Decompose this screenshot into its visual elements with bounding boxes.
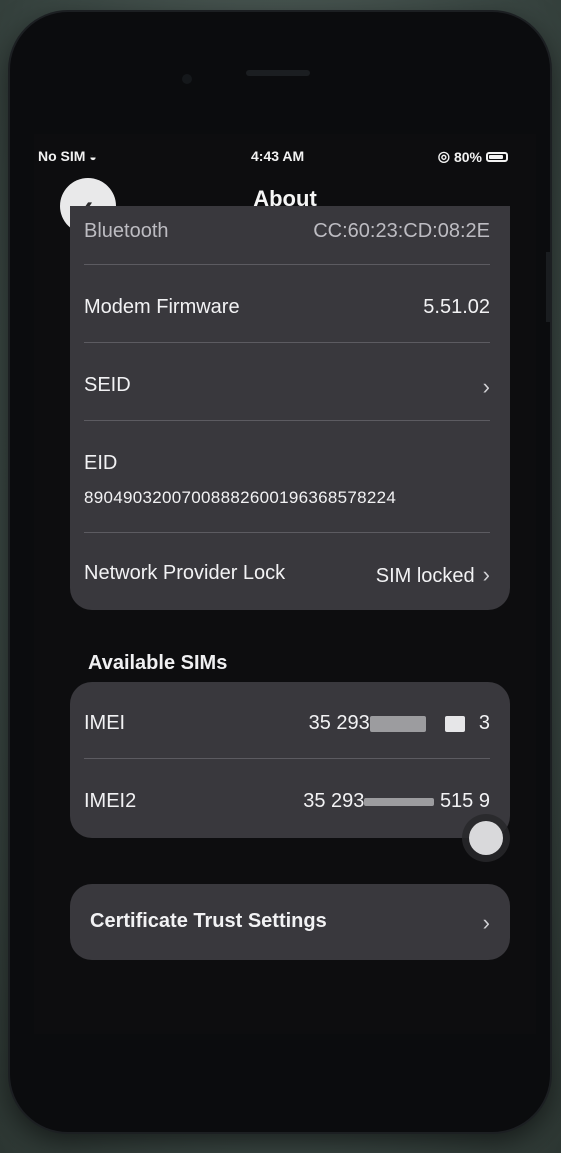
imei2-label: IMEI2 <box>84 790 137 812</box>
imei-suffix: 3 <box>478 712 490 734</box>
carrier-label: No SIM ◒ <box>38 148 97 164</box>
imei2-prefix: 35 293 <box>303 790 365 812</box>
imei-value: 35 293 3 <box>309 712 490 735</box>
modem-firmware-value: 5.51.02 <box>423 296 490 318</box>
seid-label: SEID <box>84 374 131 396</box>
imei2-value: 35 293 515 9 <box>303 790 490 813</box>
assistive-touch-button[interactable] <box>462 814 510 862</box>
chevron-right-icon: › <box>482 562 490 587</box>
imei2-suffix: 515 9 <box>439 790 490 812</box>
network-provider-lock-label: Network Provider Lock <box>84 562 286 584</box>
imei-label: IMEI <box>84 712 126 734</box>
divider <box>84 342 490 343</box>
redaction <box>369 715 426 732</box>
bluetooth-label: Bluetooth <box>84 220 169 242</box>
divider <box>84 532 490 533</box>
eid-label: EID <box>84 452 118 474</box>
modem-firmware-label: Modem Firmware <box>84 296 240 318</box>
eid-value: 89049032007008882600196368578224 <box>84 488 397 507</box>
redaction <box>445 715 466 732</box>
phone-device: No SIM ◒ 4:43 AM ◎ 80% About ‹ Bluetooth… <box>10 12 550 1132</box>
wifi-icon: ◒ <box>89 150 97 164</box>
side-button <box>546 252 550 322</box>
chevron-right-icon: › <box>482 910 490 935</box>
battery-indicator: ◎ 80% <box>438 148 508 165</box>
imei-prefix: 35 293 <box>308 712 370 734</box>
available-sims-group: IMEI 35 293 3 IMEI2 35 293 515 9 <box>70 682 510 838</box>
assistive-touch-icon <box>469 821 503 855</box>
redaction <box>364 797 435 806</box>
battery-percent: 80% <box>453 148 482 165</box>
certificate-group: Certificate Trust Settings › <box>70 884 510 960</box>
divider <box>84 420 490 421</box>
available-sims-header: Available SIMs <box>88 652 228 674</box>
front-camera <box>182 74 192 84</box>
carrier-text: No SIM <box>38 148 86 164</box>
bluetooth-value: CC:60:23:CD:08:2E <box>313 220 490 242</box>
about-details-group: Bluetooth CC:60:23:CD:08:2E Modem Firmwa… <box>70 206 510 610</box>
earpiece-speaker <box>246 70 310 76</box>
battery-icon <box>486 151 508 162</box>
chevron-right-icon: › <box>482 374 490 399</box>
certificate-trust-settings-label: Certificate Trust Settings <box>90 910 327 932</box>
network-provider-lock-value: SIM locked › <box>376 562 490 588</box>
sim-locked-text: SIM locked <box>375 565 475 587</box>
status-bar: No SIM ◒ 4:43 AM ◎ 80% <box>34 144 536 168</box>
screen: No SIM ◒ 4:43 AM ◎ 80% About ‹ Bluetooth… <box>34 134 536 1034</box>
divider <box>84 264 490 265</box>
divider <box>84 758 490 759</box>
clock: 4:43 AM <box>251 148 305 164</box>
orientation-lock-icon: ◎ <box>437 148 450 164</box>
